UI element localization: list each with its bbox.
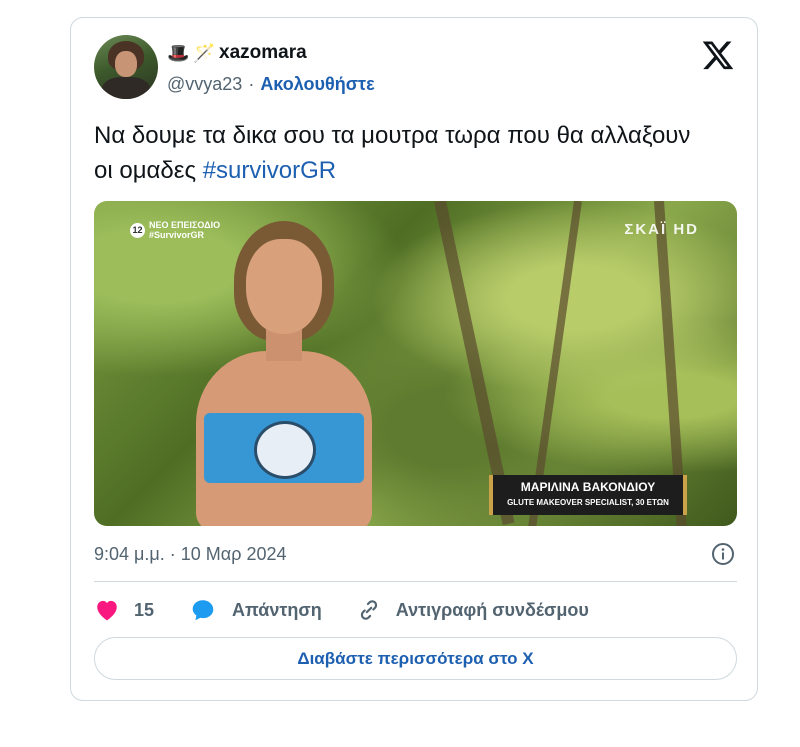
figure-face [246, 239, 322, 334]
x-logo-icon[interactable] [701, 38, 735, 72]
top-hat-emoji: 🎩 [167, 43, 190, 63]
magic-wand-emoji: 🪄 [193, 43, 216, 63]
channel-logo: ΣΚΑΪ HD [624, 221, 699, 238]
author-handle[interactable]: @vvya23 [167, 71, 242, 97]
read-more-button[interactable]: Διαβάστε περισσότερα στο X [94, 637, 737, 680]
tv-episode-line2: #SurvivorGR [149, 230, 205, 240]
tweet-timestamp[interactable]: 9:04 μ.μ. · 10 Μαρ 2024 [94, 541, 286, 567]
heart-icon[interactable] [94, 597, 120, 623]
copy-link-label: Αντιγραφή συνδέσμου [395, 599, 589, 620]
follow-button[interactable]: Ακολουθήστε [260, 71, 374, 97]
divider [94, 581, 737, 582]
tweet-card: 🎩 🪄 xazomara @vvya23 · Ακολουθήστε Να δο… [70, 17, 758, 701]
tv-episode-tag: ΝΕΟ ΕΠΕΙΣΟΔΙΟ #SurvivorGR [149, 220, 220, 240]
action-bar: 15 Απάντηση Αντιγραφή συνδέσμου [94, 595, 589, 625]
author-display-name[interactable]: xazomara [219, 40, 307, 66]
contestant-figure [174, 221, 404, 526]
handle-separator: · [248, 74, 255, 94]
avatar-face [115, 51, 137, 77]
avatar-body [102, 77, 150, 99]
tweet-body: Να δουμε τα δικα σου τα μουτρα τωρα που … [94, 122, 691, 184]
tweet-media-image[interactable]: 12 ΝΕΟ ΕΠΕΙΣΟΔΙΟ #SurvivorGR ΣΚΑΪ HD ΜΑΡ… [94, 201, 737, 526]
tv-rating-badge: 12 [130, 223, 145, 238]
hashtag-link[interactable]: #survivorGR [203, 157, 336, 184]
reply-bubble-icon[interactable] [190, 597, 216, 623]
author-name-row[interactable]: 🎩 🪄 xazomara [167, 40, 307, 66]
tweet-text: Να δουμε τα δικα σου τα μουτρα τωρα που … [94, 118, 714, 188]
avatar[interactable] [94, 35, 158, 99]
reply-action[interactable]: Απάντηση [190, 597, 322, 623]
tv-episode-line1: ΝΕΟ ΕΠΕΙΣΟΔΙΟ [149, 220, 221, 230]
figure-top-logo [254, 421, 316, 479]
reply-label: Απάντηση [232, 599, 322, 620]
link-icon[interactable] [356, 597, 382, 623]
info-icon[interactable] [711, 542, 735, 566]
like-count: 15 [134, 599, 155, 620]
lower-third-caption: ΜΑΡΙΛΙΝΑ ΒΑΚΟΝΔΙΟΥ GLUTE MAKEOVER SPECIA… [489, 475, 687, 515]
copy-link-action[interactable]: Αντιγραφή συνδέσμου [356, 597, 589, 623]
caption-subtitle: GLUTE MAKEOVER SPECIALIST, 30 ΕΤΩΝ [507, 498, 669, 507]
author-handle-row: @vvya23 · Ακολουθήστε [167, 71, 375, 97]
caption-name: ΜΑΡΙΛΙΝΑ ΒΑΚΟΝΔΙΟΥ [520, 480, 656, 494]
like-action[interactable]: 15 [94, 597, 154, 623]
